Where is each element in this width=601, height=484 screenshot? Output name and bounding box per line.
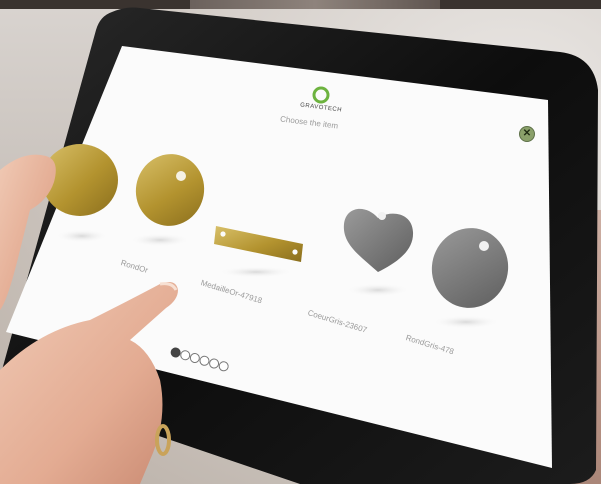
ring	[155, 424, 171, 456]
pointing-hand	[0, 282, 178, 484]
hands	[0, 154, 178, 484]
left-hand	[0, 154, 56, 310]
photo-scene: GRAVOTECH Choose the item ✕ RondOr Medai…	[0, 0, 601, 484]
